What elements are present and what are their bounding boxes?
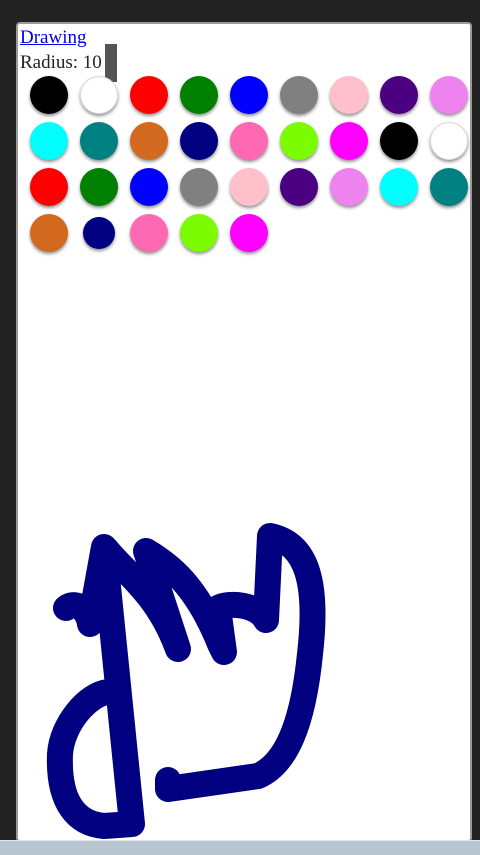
color-swatch[interactable] <box>130 214 168 252</box>
color-swatch[interactable] <box>280 168 318 206</box>
color-swatch[interactable] <box>230 168 268 206</box>
color-swatch[interactable] <box>230 122 268 160</box>
color-swatch[interactable] <box>30 122 68 160</box>
color-swatch[interactable] <box>330 168 368 206</box>
color-swatch[interactable] <box>430 168 468 206</box>
app-frame: Drawing Radius: 10 <box>16 22 472 842</box>
color-swatch[interactable] <box>430 122 468 160</box>
color-swatch[interactable] <box>130 122 168 160</box>
color-swatch[interactable] <box>180 168 218 206</box>
color-swatch[interactable] <box>380 122 418 160</box>
drawing-link[interactable]: Drawing <box>20 27 86 49</box>
color-swatch[interactable] <box>30 168 68 206</box>
color-swatch[interactable] <box>180 122 218 160</box>
radius-slider-handle[interactable] <box>105 44 117 82</box>
color-swatch[interactable] <box>230 214 268 252</box>
color-swatch[interactable] <box>30 214 68 252</box>
color-swatch[interactable] <box>83 217 115 249</box>
drawn-stroke <box>46 523 326 839</box>
color-swatch[interactable] <box>430 76 468 114</box>
color-swatch[interactable] <box>30 76 68 114</box>
window-edge <box>0 0 16 854</box>
color-swatch[interactable] <box>380 168 418 206</box>
color-swatch[interactable] <box>80 168 118 206</box>
color-swatch[interactable] <box>130 76 168 114</box>
color-swatch[interactable] <box>80 122 118 160</box>
color-swatch[interactable] <box>330 76 368 114</box>
taskbar <box>0 840 480 855</box>
color-swatch[interactable] <box>230 76 268 114</box>
color-swatch[interactable] <box>380 76 418 114</box>
color-swatch[interactable] <box>280 76 318 114</box>
color-swatch[interactable] <box>80 76 118 114</box>
color-swatch[interactable] <box>280 122 318 160</box>
radius-label: Radius: 10 <box>20 52 102 73</box>
color-swatch[interactable] <box>180 214 218 252</box>
color-swatch[interactable] <box>130 168 168 206</box>
color-swatch[interactable] <box>330 122 368 160</box>
color-swatch[interactable] <box>180 76 218 114</box>
